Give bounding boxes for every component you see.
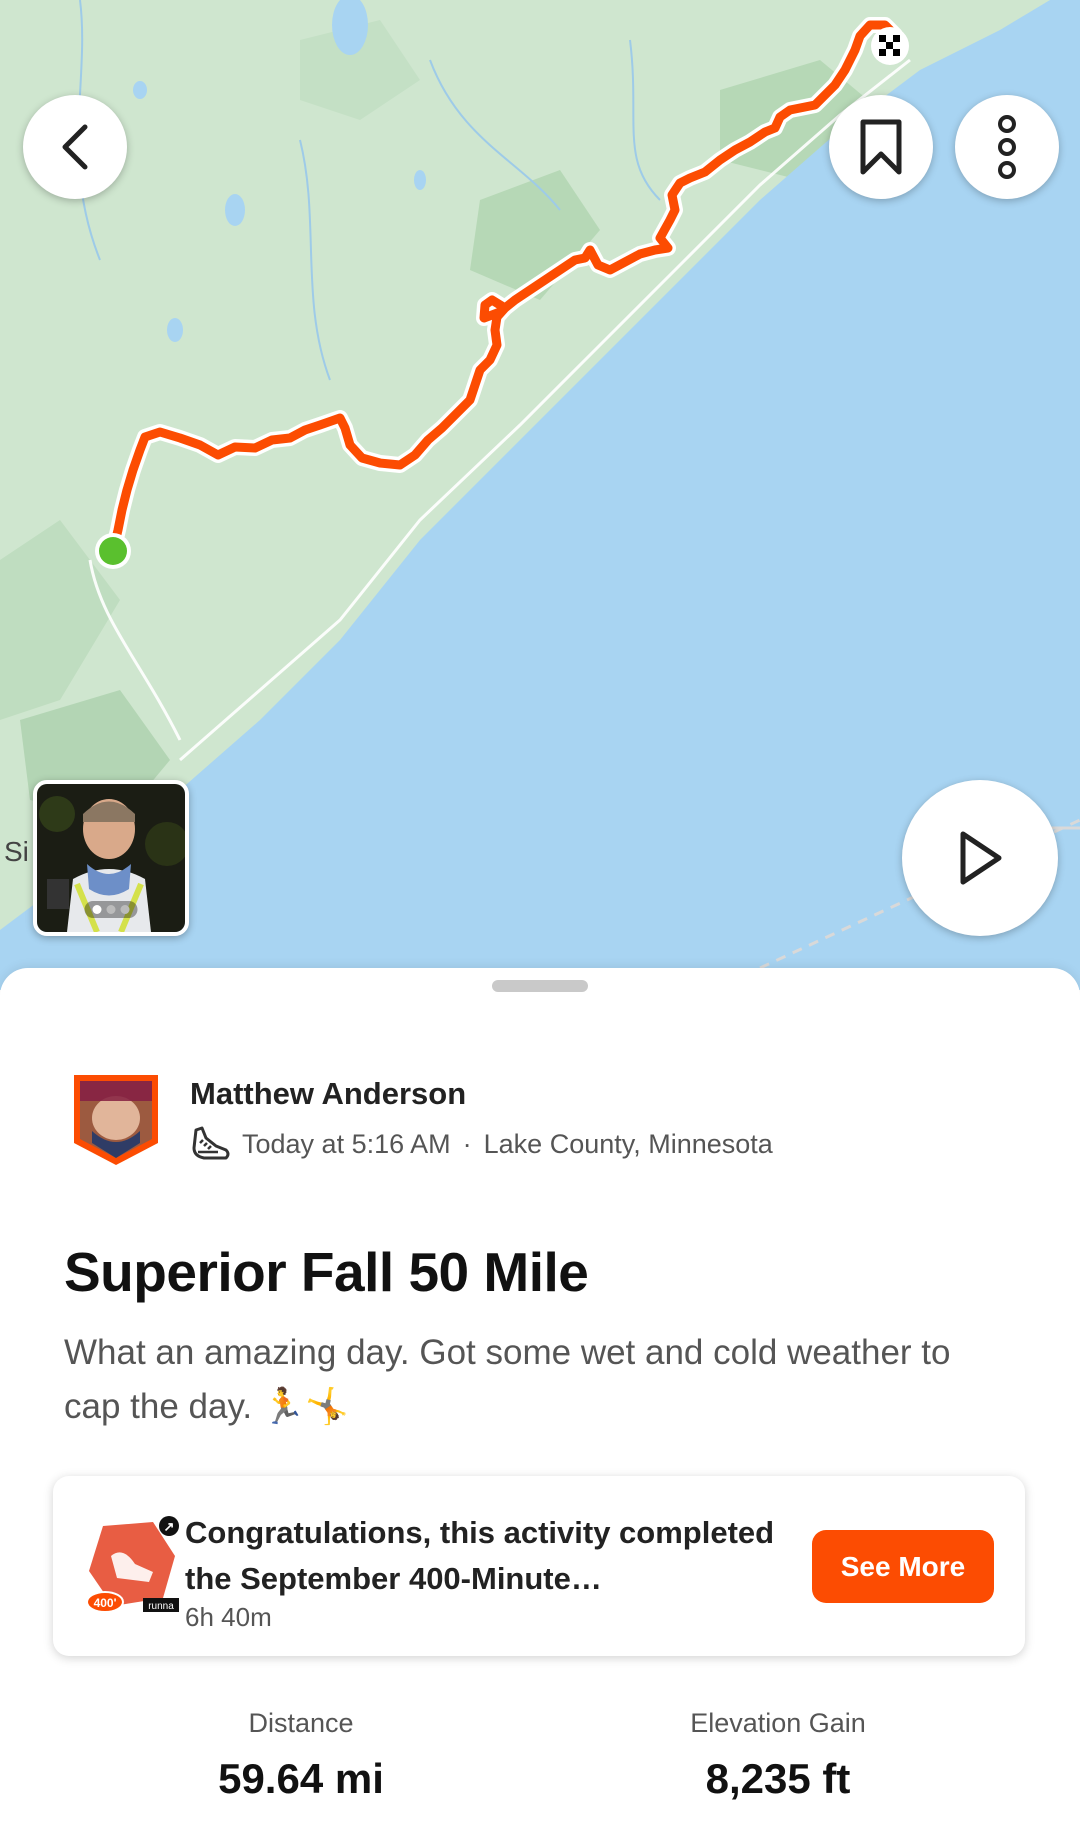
challenge-text: Congratulations, this activity completed… [185, 1510, 805, 1633]
bookmark-icon [860, 119, 902, 175]
photo-pagination [84, 901, 138, 918]
running-shoe-icon [192, 1126, 230, 1160]
stat-value: 8,235 ft [705, 1755, 851, 1802]
activity-location: Lake County, Minnesota [483, 1128, 773, 1159]
challenge-message: Congratulations, this activity completed… [185, 1515, 775, 1596]
stat-distance: Distance 59.64 mi [101, 1708, 501, 1803]
athlete-name[interactable]: Matthew Anderson [190, 1076, 466, 1112]
athlete-avatar[interactable] [72, 1073, 160, 1167]
route-map[interactable]: Si [0, 0, 1080, 990]
activity-details-sheet[interactable]: Matthew Anderson Today at 5:16 AM · Lake… [0, 968, 1080, 1825]
challenge-badge: ↗ 400' runna [83, 1516, 183, 1616]
more-vertical-icon [998, 115, 1016, 179]
see-more-button[interactable]: See More [812, 1530, 994, 1603]
meta-separator: · [462, 1128, 472, 1159]
bookmark-button[interactable] [829, 95, 933, 199]
activity-description: What an amazing day. Got some wet and co… [64, 1333, 951, 1426]
photo-dot [92, 905, 102, 914]
back-button[interactable] [23, 95, 127, 199]
play-flyover-button[interactable] [902, 780, 1058, 936]
checkered-flag-icon [871, 27, 909, 65]
activity-time: Today at 5:16 AM [242, 1128, 451, 1159]
activity-photo-thumbnail[interactable] [33, 780, 189, 936]
activity-title: Superior Fall 50 Mile [64, 1241, 589, 1303]
challenge-card[interactable]: ↗ 400' runna Congratulations, this activ… [53, 1476, 1025, 1656]
more-options-button[interactable] [955, 95, 1059, 199]
play-icon [960, 831, 1002, 885]
photo-dot [106, 905, 116, 914]
photo-dot [120, 905, 130, 914]
stat-value: 59.64 mi [218, 1755, 384, 1802]
sheet-drag-handle[interactable] [492, 980, 588, 992]
activity-meta: Today at 5:16 AM · Lake County, Minnesot… [190, 1126, 773, 1162]
svg-text:↗: ↗ [164, 1519, 175, 1534]
challenge-duration: 6h 40m [185, 1602, 272, 1632]
map-place-label: Si [4, 836, 29, 867]
badge-label: 400' [94, 1596, 117, 1610]
badge-brand: runna [148, 1601, 174, 1612]
stat-label: Distance [248, 1708, 354, 1738]
stat-label: Elevation Gain [690, 1708, 866, 1738]
chevron-left-icon [62, 124, 88, 170]
stat-elevation: Elevation Gain 8,235 ft [578, 1708, 978, 1803]
